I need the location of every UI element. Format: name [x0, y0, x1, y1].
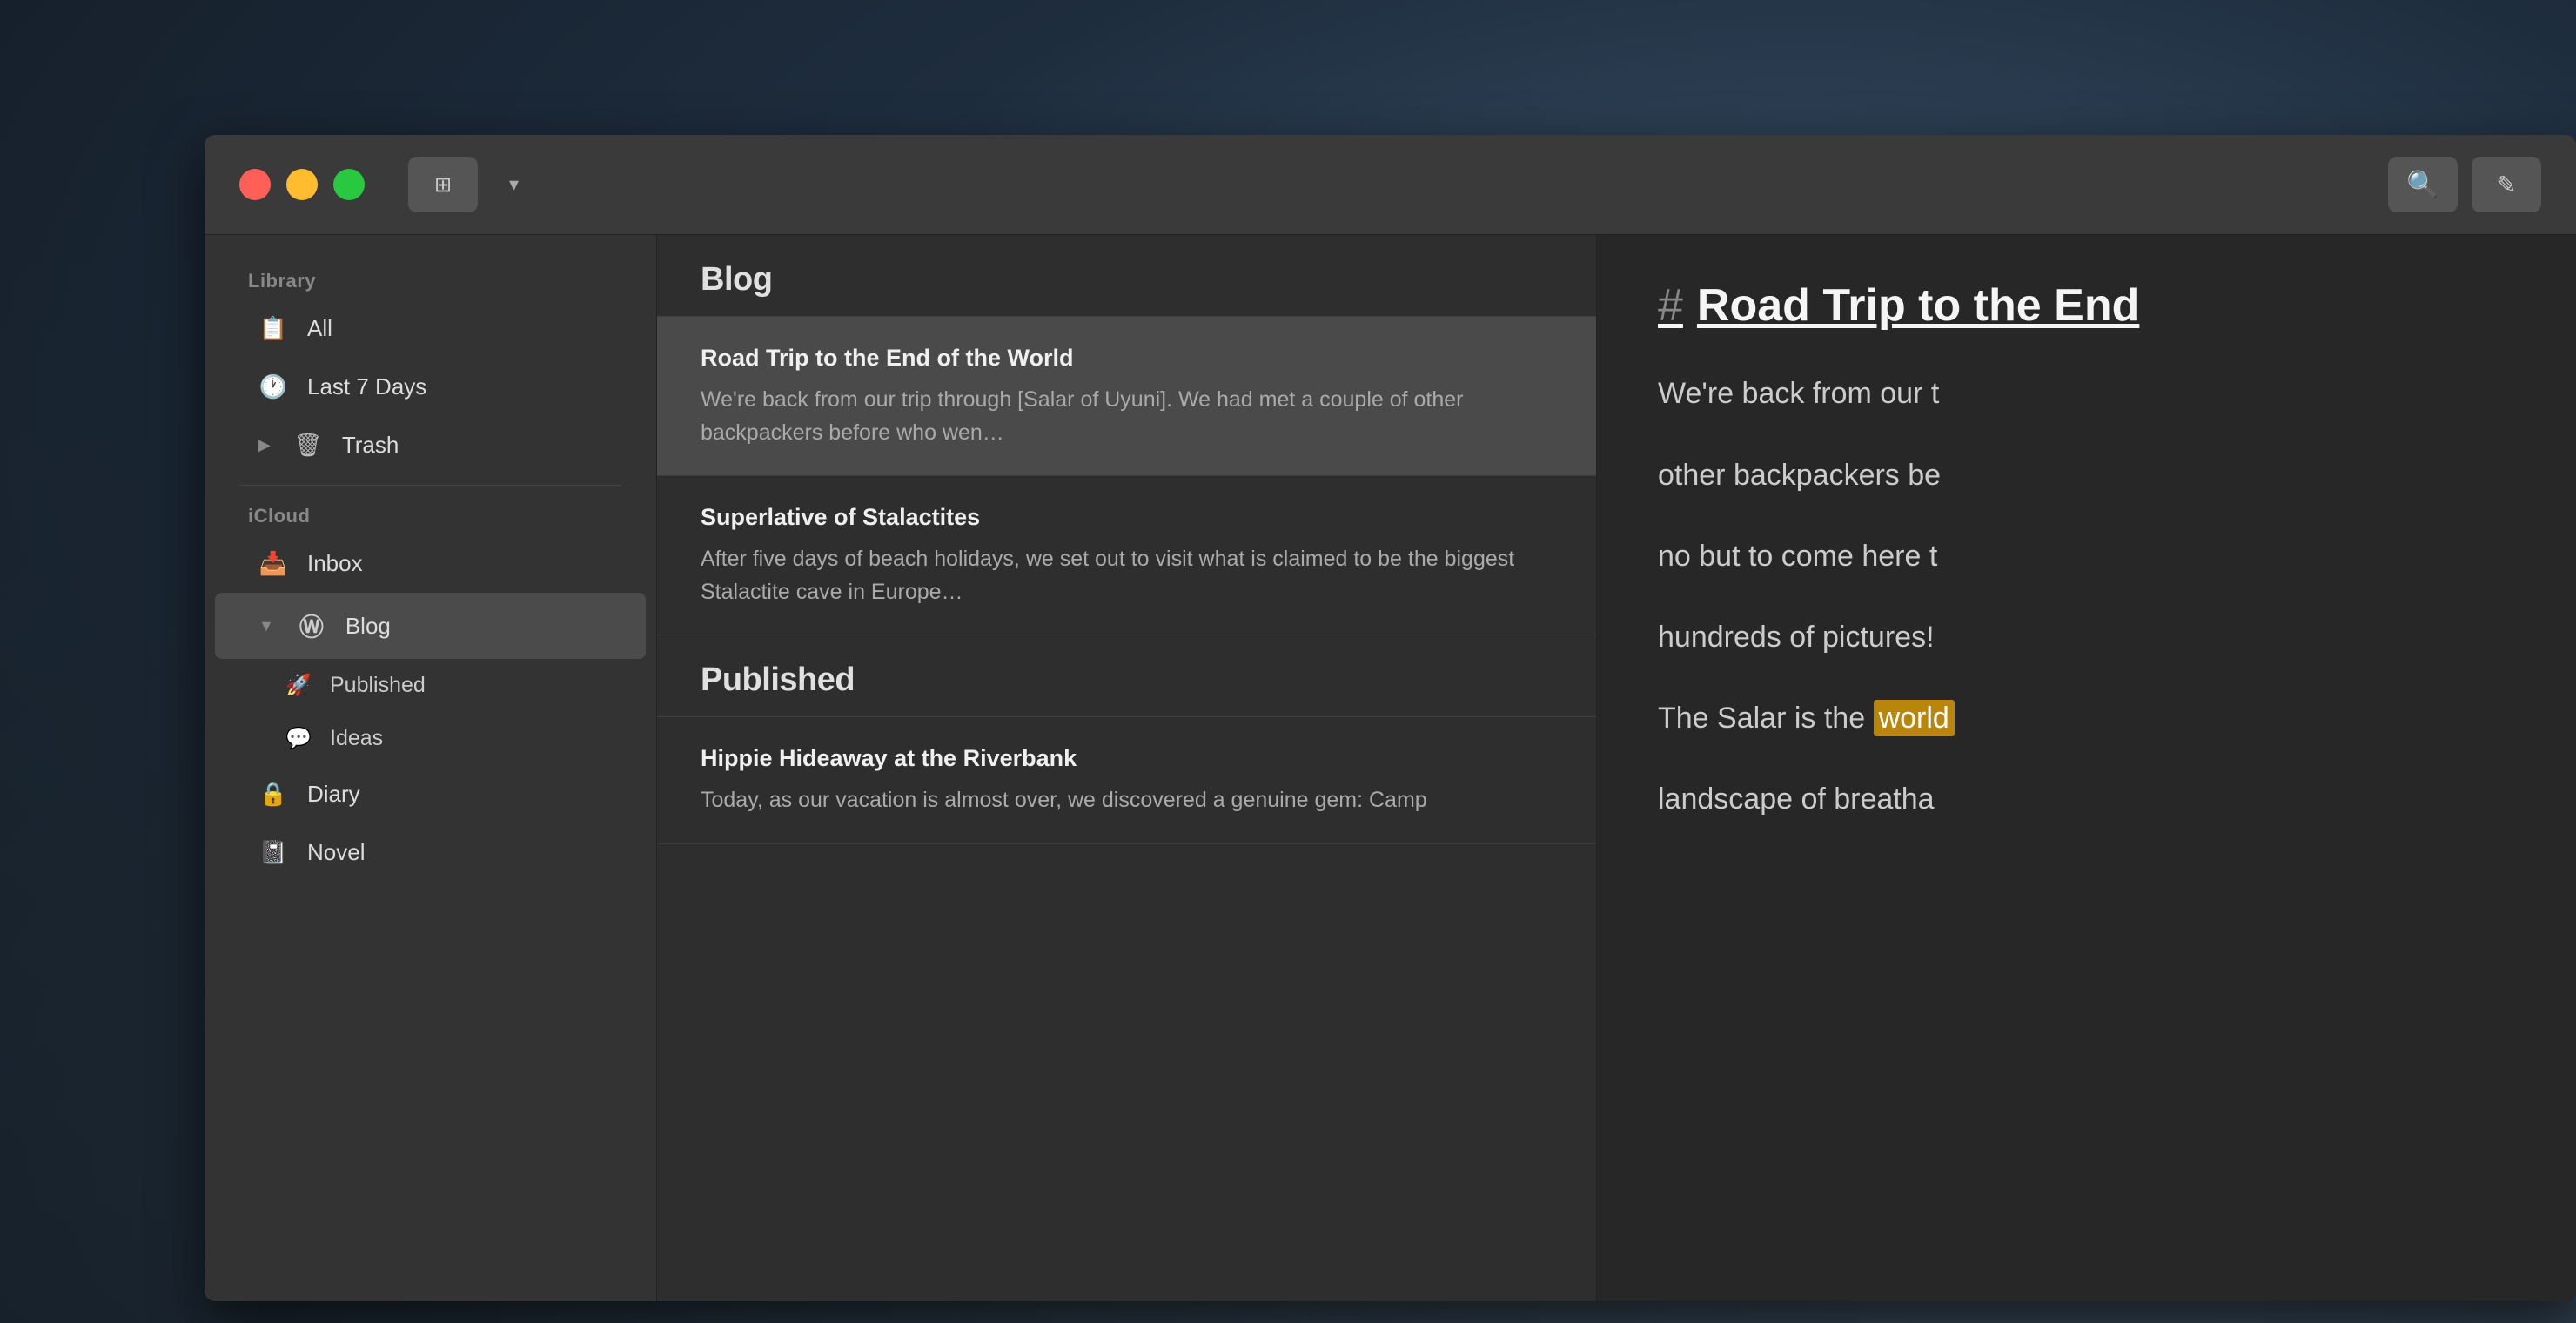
search-button[interactable]: 🔍: [2388, 157, 2458, 212]
library-section-label: Library: [205, 261, 656, 299]
trash-expand-arrow: ▶: [258, 436, 271, 454]
close-button[interactable]: [239, 169, 271, 200]
note-title: Road Trip to the End of the World: [701, 343, 1553, 373]
highlight-word: world: [1874, 700, 1955, 736]
main-content: Library 📋 All 🕐 Last 7 Days ▶ 🗑 Trash iC…: [205, 235, 2576, 1301]
sidebar-item-published[interactable]: 🚀 Published: [215, 659, 646, 712]
minimize-button[interactable]: [286, 169, 318, 200]
sidebar-item-label: Last 7 Days: [307, 373, 426, 400]
search-icon: 🔍: [2406, 170, 2438, 200]
icloud-section-label: iCloud: [205, 496, 656, 534]
novel-icon: 📓: [258, 839, 288, 866]
app-window: ⊞ ▾ 🔍 ✎ Library 📋 All 🕐 Last 7 D: [205, 135, 2576, 1301]
editor-paragraph-5: The Salar is the world: [1658, 692, 2515, 745]
sidebar-item-label: All: [307, 315, 332, 342]
editor-heading: # Road Trip to the End: [1658, 279, 2515, 332]
blog-expand-arrow: ▼: [258, 617, 274, 635]
inbox-icon: 📥: [258, 550, 288, 577]
note-title: Hippie Hideaway at the Riverbank: [701, 743, 1553, 774]
sidebar-item-label: Trash: [342, 432, 399, 459]
editor-body[interactable]: We're back from our t other backpackers …: [1658, 367, 2515, 826]
sidebar-toggle-button[interactable]: ⊞: [408, 157, 478, 212]
chevron-down-button[interactable]: ▾: [504, 173, 524, 196]
editor-paragraph-6: landscape of breatha: [1658, 773, 2515, 826]
note-item-hippie-hideaway[interactable]: Hippie Hideaway at the Riverbank Today, …: [657, 717, 1596, 844]
note-title: Superlative of Stalactites: [701, 502, 1553, 533]
clock-icon: 🕐: [258, 373, 288, 400]
note-item-road-trip[interactable]: Road Trip to the End of the World We're …: [657, 317, 1596, 476]
trash-icon: 🗑: [293, 432, 323, 459]
editor-paragraph-2: other backpackers be: [1658, 449, 2515, 502]
sidebar-divider-1: [239, 485, 621, 486]
sidebar-item-ideas[interactable]: 💬 Ideas: [215, 712, 646, 765]
heading-prefix: #: [1658, 280, 1683, 331]
heading-text: Road Trip to the End: [1697, 280, 2139, 331]
note-preview: We're back from our trip through [Salar …: [701, 384, 1553, 449]
all-icon: 📋: [258, 315, 288, 342]
note-preview: After five days of beach holidays, we se…: [701, 543, 1553, 608]
blog-section-header: Blog: [657, 235, 1596, 317]
traffic-lights: [239, 169, 365, 200]
sidebar-item-last7days[interactable]: 🕐 Last 7 Days: [215, 358, 646, 416]
note-item-stalactites[interactable]: Superlative of Stalactites After five da…: [657, 476, 1596, 635]
sidebar-item-all[interactable]: 📋 All: [215, 299, 646, 358]
sidebar-item-label: Diary: [307, 781, 360, 808]
editor-paragraph-1: We're back from our t: [1658, 367, 2515, 420]
note-list: Blog Road Trip to the End of the World W…: [657, 235, 1597, 1301]
published-icon: 🚀: [285, 673, 312, 698]
sidebar-item-blog[interactable]: ▼ Ⓦ Blog: [215, 593, 646, 659]
editor-panel: # Road Trip to the End We're back from ou…: [1597, 235, 2576, 1301]
sidebar-sub-item-label: Published: [330, 673, 426, 698]
compose-button[interactable]: ✎: [2472, 157, 2541, 212]
toolbar-right-group: 🔍 ✎: [2388, 157, 2541, 212]
sidebar-item-label: Blog: [345, 613, 391, 640]
sidebar-item-novel[interactable]: 📓 Novel: [215, 823, 646, 882]
compose-icon: ✎: [2496, 171, 2516, 199]
diary-icon: 🔒: [258, 781, 288, 808]
sidebar: Library 📋 All 🕐 Last 7 Days ▶ 🗑 Trash iC…: [205, 235, 657, 1301]
sidebar-item-label: Inbox: [307, 550, 363, 577]
sidebar-item-diary[interactable]: 🔒 Diary: [215, 765, 646, 823]
sidebar-toggle-icon: ⊞: [434, 172, 452, 198]
sidebar-sub-item-label: Ideas: [330, 726, 383, 751]
published-section-header: Published: [657, 635, 1596, 717]
sidebar-item-label: Novel: [307, 839, 365, 866]
ideas-icon: 💬: [285, 726, 312, 751]
chevron-down-icon: ▾: [509, 173, 519, 195]
editor-paragraph-4: hundreds of pictures!: [1658, 611, 2515, 664]
sidebar-item-trash[interactable]: ▶ 🗑 Trash: [215, 416, 646, 474]
wordpress-icon: Ⓦ: [297, 608, 326, 643]
note-preview: Today, as our vacation is almost over, w…: [701, 784, 1553, 817]
editor-paragraph-3: no but to come here t: [1658, 530, 2515, 583]
sidebar-item-inbox[interactable]: 📥 Inbox: [215, 534, 646, 593]
maximize-button[interactable]: [333, 169, 365, 200]
title-bar: ⊞ ▾ 🔍 ✎: [205, 135, 2576, 235]
